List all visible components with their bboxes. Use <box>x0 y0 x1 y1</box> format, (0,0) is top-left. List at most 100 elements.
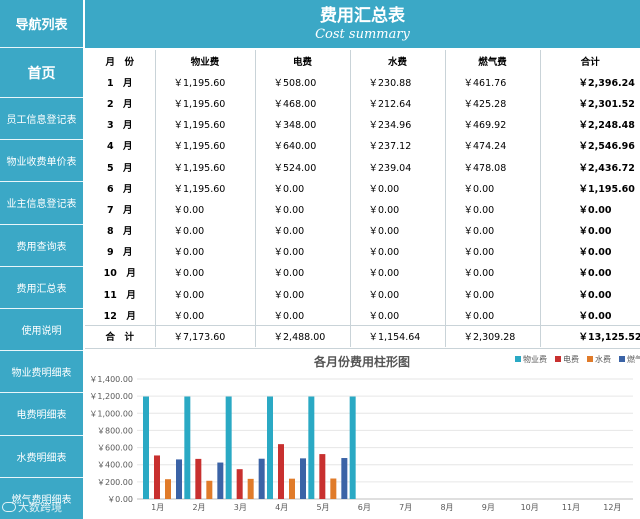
bar-1-1 <box>143 396 149 499</box>
bar-1-5 <box>308 396 315 499</box>
table-cell-hj: ￥0.00 <box>578 268 612 280</box>
table-cell-wy: ￥1,195.60 <box>155 92 256 114</box>
table-cell-wy: ￥1,195.60 <box>155 71 256 93</box>
table-cell-sf: ￥0.00 <box>350 240 446 262</box>
legend-swatch-4 <box>619 356 625 362</box>
table-cell-df: ￥0.00 <box>255 283 351 305</box>
table-cell-df: ￥348.00 <box>255 113 351 135</box>
table-cell-month: 10 月 <box>85 261 156 284</box>
y-tick-label: ￥400.00 <box>97 461 133 470</box>
bar-3-1 <box>165 479 171 499</box>
legend-label-2: 电费 <box>563 354 579 364</box>
table-cell-sf: ￥0.00 <box>350 177 446 199</box>
table-cell-hj: ￥0.00 <box>578 289 612 301</box>
y-tick-label: ￥1,200.00 <box>89 392 133 401</box>
column-header-2: 物业费 <box>155 50 256 72</box>
table-header-row: 月 份物业费 电费 水费 燃气费 合计 <box>85 50 640 72</box>
summary-table: 月 份物业费 电费 水费 燃气费 合计 1 月 ￥1,195.60 ￥508.00 ￥230.… <box>85 50 640 347</box>
x-tick-label: 9月 <box>482 503 495 512</box>
table-cell-hj: ￥0.00 <box>578 204 612 216</box>
table-cell-df: ￥468.00 <box>255 92 351 114</box>
table-cell-sf: ￥1,154.64 <box>350 324 446 347</box>
sidebar-item-6[interactable]: 使用说明 <box>0 309 83 352</box>
table-cell-rq: ￥461.76 <box>445 71 541 93</box>
x-tick-label: 1月 <box>151 503 164 512</box>
table-row: 6 月 ￥1,195.60 ￥0.00 ￥0.00 ￥0.00 ￥1,195.60 <box>85 177 640 199</box>
table-cell-wy: ￥7,173.60 <box>155 324 256 347</box>
sidebar-item-3[interactable]: 业主信息登记表 <box>0 182 83 225</box>
column-header-5: 燃气费 <box>445 50 541 72</box>
column-header-6: 合计 <box>580 56 600 68</box>
table-cell-rq: ￥0.00 <box>445 219 541 241</box>
bar-1-4 <box>267 396 273 499</box>
table-cell-rq: ￥0.00 <box>445 304 541 326</box>
x-tick-label: 4月 <box>275 503 288 512</box>
table-cell-month: 9 月 <box>85 240 156 262</box>
table-cell-hj: ￥2,301.52 <box>578 98 635 110</box>
table-cell-rq: ￥425.28 <box>445 92 541 114</box>
table-cell-hj: ￥2,396.24 <box>578 77 635 89</box>
sidebar-item-8[interactable]: 电费明细表 <box>0 393 83 436</box>
bar-3-5 <box>330 478 337 499</box>
bar-3-2 <box>206 480 213 499</box>
table-cell-rq: ￥0.00 <box>445 261 541 284</box>
table-row: 2 月 ￥1,195.60 ￥468.00 ￥212.64 ￥425.28 ￥2,301.… <box>85 92 640 114</box>
sidebar-item-9[interactable]: 水费明细表 <box>0 436 83 478</box>
table-cell-rq: ￥474.24 <box>445 134 541 156</box>
legend-label-1: 物业费 <box>523 354 547 364</box>
table-row: 8 月 ￥0.00 ￥0.00 ￥0.00 ￥0.00 ￥0.00 <box>85 219 640 241</box>
y-tick-label: ￥1,400.00 <box>89 375 133 384</box>
sidebar-item-1[interactable]: 员工信息登记表 <box>0 98 83 141</box>
table-cell-month: 3 月 <box>85 113 156 135</box>
y-tick-label: ￥200.00 <box>97 478 133 487</box>
x-tick-label: 12月 <box>603 503 621 512</box>
x-tick-label: 10月 <box>521 503 539 512</box>
table-total-row: 合 计 ￥7,173.60 ￥2,488.00 ￥1,154.64 ￥2,309.28 ￥… <box>85 324 640 347</box>
column-header-4: 水费 <box>350 50 446 72</box>
table-cell-month: 5 月 <box>85 155 156 178</box>
table-cell-sf: ￥0.00 <box>350 198 446 220</box>
nav-list: 员工信息登记表 物业收费单价表 业主信息登记表 费用查询表 费用汇总表 使用说明 物业费明细… <box>0 98 83 519</box>
legend-swatch-2 <box>555 356 561 362</box>
table-cell-rq: ￥0.00 <box>445 240 541 262</box>
table-cell-df: ￥0.00 <box>255 198 351 220</box>
table-cell-month: 8 月 <box>85 219 156 241</box>
table-cell-sf: ￥230.88 <box>350 71 446 93</box>
table-cell-sf: ￥239.04 <box>350 155 446 178</box>
y-tick-label: ￥800.00 <box>97 426 133 435</box>
table-cell-df: ￥640.00 <box>255 134 351 156</box>
y-tick-label: ￥0.00 <box>107 495 133 504</box>
page-header: 费用汇总表 Cost summary <box>85 0 640 48</box>
watermark: 大数跨境 <box>2 499 62 515</box>
watermark-logo-icon <box>2 502 16 512</box>
table-row: 12 月 ￥0.00 ￥0.00 ￥0.00 ￥0.00 ￥0.00 <box>85 304 640 326</box>
nav-home-button[interactable]: 首页 <box>0 48 83 98</box>
bar-chart-panel: 各月份费用柱形图 ￥0.00 ￥200.00 ￥400.00 ￥600.00 ￥800.0… <box>85 348 640 519</box>
sidebar-item-7[interactable]: 物业费明细表 <box>0 351 83 394</box>
table-cell-month: 12 月 <box>85 304 156 326</box>
sidebar-item-5[interactable]: 费用汇总表 <box>0 267 83 309</box>
table-cell-rq: ￥0.00 <box>445 177 541 199</box>
bar-2-4 <box>278 444 284 499</box>
page-title: 费用汇总表 <box>320 6 405 26</box>
bar-1-2 <box>184 396 191 499</box>
table-cell-month: 6 月 <box>85 177 156 199</box>
table-row: 5 月 ￥1,195.60 ￥524.00 ￥239.04 ￥478.08 ￥2,436.… <box>85 155 640 178</box>
table-cell-hj: ￥0.00 <box>578 247 612 259</box>
bar-1-6 <box>349 396 356 499</box>
legend-swatch-3 <box>587 356 593 362</box>
table-cell-sf: ￥0.00 <box>350 261 446 284</box>
x-tick-label: 2月 <box>192 503 205 512</box>
sidebar-item-4[interactable]: 费用查询表 <box>0 225 83 267</box>
column-header-3: 电费 <box>255 50 351 72</box>
table-cell-rq: ￥0.00 <box>445 198 541 220</box>
table-cell-wy: ￥1,195.60 <box>155 177 256 199</box>
table-cell-hj: ￥2,248.48 <box>578 120 635 132</box>
sidebar-item-2[interactable]: 物业收费单价表 <box>0 140 83 183</box>
table-cell-df: ￥0.00 <box>255 304 351 326</box>
bar-3-3 <box>247 478 254 499</box>
table-cell-hj: ￥0.00 <box>578 226 612 238</box>
table-row: 4 月 ￥1,195.60 ￥640.00 ￥237.12 ￥474.24 ￥2,546.… <box>85 134 640 156</box>
table-cell-sf: ￥237.12 <box>350 134 446 156</box>
table-cell-month: 4 月 <box>85 134 156 156</box>
